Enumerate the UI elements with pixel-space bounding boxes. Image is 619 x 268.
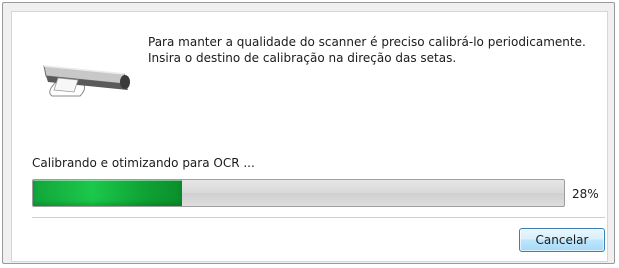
calibration-message: Para manter a qualidade do scanner é pre… xyxy=(148,34,618,66)
dialog-window: Para manter a qualidade do scanner é pre… xyxy=(2,2,615,264)
divider xyxy=(32,217,605,218)
message-line-2: Insira o destino de calibração na direçã… xyxy=(148,51,457,65)
progress-fill xyxy=(33,180,182,206)
cancel-button[interactable]: Cancelar xyxy=(519,228,605,252)
calibration-progress-bar xyxy=(32,179,565,207)
progress-percent: 28% xyxy=(572,187,599,201)
scanner-calibration-icon xyxy=(43,65,130,97)
dialog-content: Para manter a qualidade do scanner é pre… xyxy=(11,11,608,262)
status-text: Calibrando e otimizando para OCR ... xyxy=(32,156,255,170)
message-line-1: Para manter a qualidade do scanner é pre… xyxy=(148,35,586,49)
